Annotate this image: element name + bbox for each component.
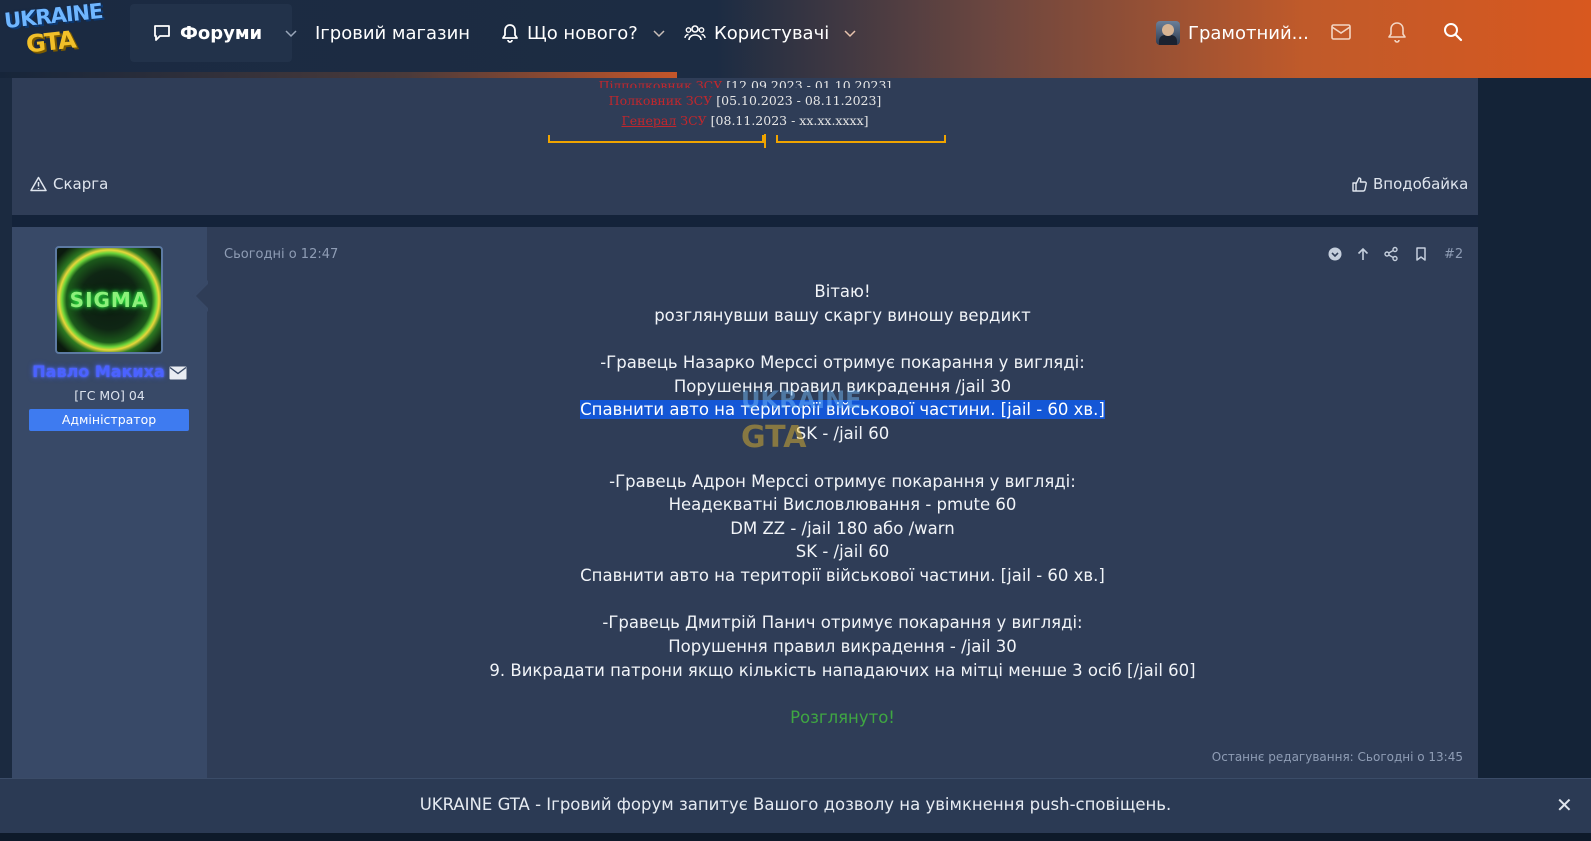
logo-text-gta: GTA — [24, 25, 77, 59]
author-avatar[interactable]: SIGMA — [55, 246, 163, 354]
author-name-label: Павло Макиха — [32, 362, 165, 381]
arrow-up-icon[interactable] — [1355, 246, 1371, 262]
post-date[interactable]: Сьогодні о 12:47 — [224, 247, 338, 262]
site-logo[interactable]: UKRAINE GTA — [3, 0, 104, 59]
post-status-reviewed: Розглянуто! — [790, 708, 895, 727]
account-name: Грамотний... — [1188, 22, 1309, 44]
push-notification-banner: UKRAINE GTA - Ігровий форум запитує Вашо… — [0, 778, 1591, 833]
close-icon[interactable]: ✕ — [1556, 793, 1573, 817]
author-title: [ГС МО] 04 — [74, 388, 145, 403]
post-line: DM ZZ - /jail 180 або /warn — [730, 519, 955, 538]
signature-line-1: Підполковник ЗСУ [12.09.2023 - 01.10.202… — [598, 78, 892, 88]
account-avatar — [1156, 21, 1180, 45]
avatar-text: SIGMA — [69, 288, 149, 312]
signature-line-2: Полковник ЗСУ [05.10.2023 - 08.11.2023] — [608, 93, 882, 108]
signature-bracket-left — [548, 135, 764, 143]
like-label: Вподобайка — [1373, 175, 1469, 193]
signature-bracket-right — [776, 135, 946, 143]
like-button[interactable]: Вподобайка — [1351, 175, 1468, 193]
nav-account[interactable]: Грамотний... — [1156, 20, 1309, 46]
reaction-icon[interactable] — [1327, 246, 1343, 262]
signature-bracket-tick — [764, 134, 766, 148]
post-line: -Гравець Дмитрій Панич отримує покарання… — [602, 613, 1083, 632]
report-label: Скарга — [53, 175, 109, 193]
nav-whats-new[interactable]: Що нового? — [501, 20, 666, 46]
post-line: -Гравець Адрон Мерссі отримує покарання … — [609, 472, 1076, 491]
bottom-edge — [0, 833, 1591, 841]
post-line: Порушення правил викрадення /jail 30 — [673, 377, 1012, 396]
post-line: Порушення правил викрадення - /jail 30 — [668, 637, 1017, 656]
chat-icon — [154, 25, 170, 41]
post-line: Неадекватні Висловлювання - pmute 60 — [668, 495, 1017, 514]
post-line: SK - /jail 60 — [795, 424, 890, 443]
search-icon[interactable] — [1441, 20, 1465, 44]
nav-shop[interactable]: Ігровий магазин — [315, 20, 470, 46]
top-navbar: UKRAINE GTA Форуми Ігровий магазин Що но… — [0, 0, 1591, 78]
post-line: 9. Викрадати патрони якщо кількість напа… — [489, 661, 1196, 680]
signature-line-3: Генерал ЗСУ [08.11.2023 - xx.xx.xxxx] — [621, 113, 869, 128]
post-separator — [12, 215, 1478, 227]
notifications-bell-icon[interactable] — [1385, 20, 1409, 44]
nav-users[interactable]: Користувачі — [684, 20, 857, 46]
selected-text: Спавнити авто на території військової ча… — [580, 400, 1105, 419]
author-name[interactable]: Павло Макиха — [12, 362, 207, 381]
nav-users-label: Користувачі — [714, 22, 830, 44]
signature-rank-link[interactable]: Генерал — [622, 113, 677, 128]
mail-icon[interactable] — [1329, 20, 1353, 44]
last-edited-note: Останнє редагування: Сьогодні о 13:45 — [1211, 750, 1463, 764]
post-line: -Гравець Назарко Мерссі отримує покаранн… — [600, 353, 1085, 372]
nav-forums[interactable]: Форуми — [152, 20, 298, 46]
thumbs-up-icon — [1352, 177, 1367, 192]
nav-whats-new-label: Що нового? — [527, 22, 638, 44]
post-number[interactable]: #2 — [1444, 247, 1463, 262]
chevron-down-icon[interactable] — [284, 26, 298, 40]
nav-shop-label: Ігровий магазин — [315, 22, 471, 44]
report-button[interactable]: Скарга — [30, 175, 108, 193]
share-icon[interactable] — [1383, 246, 1399, 262]
post-line: Вітаю! — [814, 282, 871, 301]
bell-icon — [502, 24, 518, 43]
right-gutter — [1478, 78, 1591, 778]
bookmark-icon[interactable] — [1413, 246, 1429, 262]
chevron-down-icon[interactable] — [843, 26, 857, 40]
left-gutter — [0, 78, 12, 778]
role-badge: Адміністратор — [29, 409, 189, 431]
post-line: розглянувши вашу скаргу виношу вердикт — [654, 306, 1031, 325]
post-line: Спавнити авто на території військової ча… — [580, 566, 1105, 585]
warning-icon — [30, 176, 47, 192]
push-banner-text[interactable]: UKRAINE GTA - Ігровий форум запитує Вашо… — [0, 795, 1591, 814]
users-icon — [684, 25, 706, 41]
nav-forums-label: Форуми — [180, 22, 263, 44]
post-line-selected: Спавнити авто на території військової ча… — [207, 400, 1478, 419]
chevron-down-icon[interactable] — [652, 26, 666, 40]
message-envelope-icon[interactable] — [169, 366, 187, 380]
post-line: SK - /jail 60 — [795, 542, 890, 561]
